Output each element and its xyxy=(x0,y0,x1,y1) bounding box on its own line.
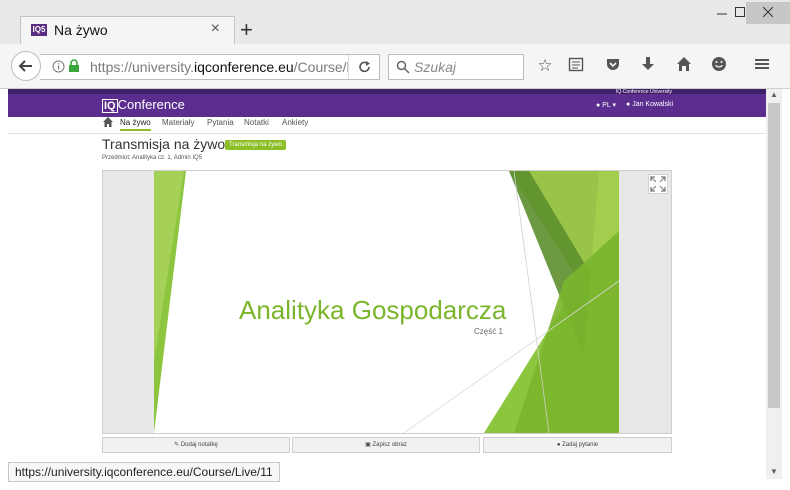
scroll-up-icon[interactable]: ▲ xyxy=(769,90,779,99)
lock-icon xyxy=(68,59,80,78)
scroll-down-icon[interactable]: ▼ xyxy=(769,467,779,476)
search-placeholder: Szukaj xyxy=(414,59,457,75)
info-icon[interactable] xyxy=(52,60,65,78)
presentation-stage: Analityka Gospodarcza Część 1 xyxy=(102,170,672,434)
search-icon xyxy=(396,60,410,79)
home-icon[interactable] xyxy=(674,56,694,76)
language-selector[interactable]: ● PL ▾ xyxy=(596,101,616,109)
user-menu[interactable]: ● Jan Kowalski xyxy=(626,101,673,108)
url-bar[interactable]: https://university.iqconference.eu/Cours… xyxy=(40,54,380,80)
browser-tab[interactable]: IQ5 Na żywo × xyxy=(20,16,235,44)
add-note-button[interactable]: ✎ Dodaj notatkę xyxy=(102,437,290,453)
globe-icon: ● xyxy=(596,102,601,109)
new-tab-button[interactable]: + xyxy=(240,18,253,42)
caret-down-icon: ▾ xyxy=(612,102,616,109)
question-icon: ● xyxy=(556,442,561,448)
nav-surveys[interactable]: Ankiety xyxy=(282,118,308,127)
nav-questions[interactable]: Pytania xyxy=(207,118,234,127)
scroll-thumb[interactable] xyxy=(768,103,780,408)
search-bar[interactable]: Szukaj xyxy=(388,54,524,80)
home-nav-icon[interactable] xyxy=(103,117,113,129)
fullscreen-icon xyxy=(650,176,666,192)
bookmark-star-icon[interactable]: ☆ xyxy=(535,56,555,76)
nav-notes[interactable]: Notatki xyxy=(244,118,269,127)
reading-list-icon[interactable] xyxy=(566,56,586,76)
slide: Analityka Gospodarcza Część 1 xyxy=(154,171,619,433)
close-tab-button[interactable]: × xyxy=(211,20,220,38)
nav-materials[interactable]: Materiały xyxy=(162,118,194,127)
save-image-button[interactable]: ▣ Zapisz obraz xyxy=(292,437,480,453)
pocket-icon[interactable] xyxy=(603,56,623,76)
image-icon: ▣ xyxy=(365,442,371,448)
site-header: IQ-Conference University IQ Conference ● … xyxy=(8,89,766,117)
pencil-icon: ✎ xyxy=(174,442,180,448)
course-meta: Przedmiot: Analityka cz. 1, Admin IQ5 xyxy=(102,155,203,161)
slide-actions: ✎ Dodaj notatkę ▣ Zapisz obraz ● Zadaj p… xyxy=(102,437,672,453)
fullscreen-button[interactable] xyxy=(648,174,668,194)
smiley-icon[interactable] xyxy=(709,56,729,76)
slide-subtitle: Część 1 xyxy=(474,327,503,336)
status-bar: https://university.iqconference.eu/Cours… xyxy=(8,462,280,482)
ask-question-button[interactable]: ● Zadaj pytanie xyxy=(483,437,672,453)
course-subnav: Na żywo Materiały Pytania Notatki Ankiet… xyxy=(8,117,766,134)
site-logo[interactable]: IQ Conference xyxy=(102,97,185,113)
back-arrow-icon xyxy=(18,60,32,72)
menu-icon[interactable] xyxy=(752,56,772,76)
reload-icon[interactable] xyxy=(358,60,372,79)
user-icon: ● xyxy=(626,101,631,108)
nav-live[interactable]: Na żywo xyxy=(120,118,151,131)
window-close-button[interactable] xyxy=(746,2,790,24)
browser-tabstrip: IQ5 Na żywo × + xyxy=(0,0,790,44)
url-text: https://university.iqconference.eu/Cours… xyxy=(90,59,350,75)
url-divider xyxy=(348,55,349,79)
page-title: Transmisja na żywo xyxy=(102,136,226,152)
back-button[interactable] xyxy=(11,51,41,81)
window-close-icon xyxy=(762,6,774,18)
download-icon[interactable] xyxy=(638,56,658,76)
tab-title: Na żywo xyxy=(54,22,108,38)
header-university-label: IQ-Conference University xyxy=(615,89,672,95)
live-status-badge: Transmisja na żywo xyxy=(225,140,286,150)
slide-title: Analityka Gospodarcza xyxy=(239,295,507,325)
maximize-icon xyxy=(735,7,745,17)
page-scrollbar[interactable]: ▲ ▼ xyxy=(766,89,782,479)
browser-navbar: https://university.iqconference.eu/Cours… xyxy=(0,44,790,89)
site-favicon-icon: IQ5 xyxy=(31,24,47,36)
